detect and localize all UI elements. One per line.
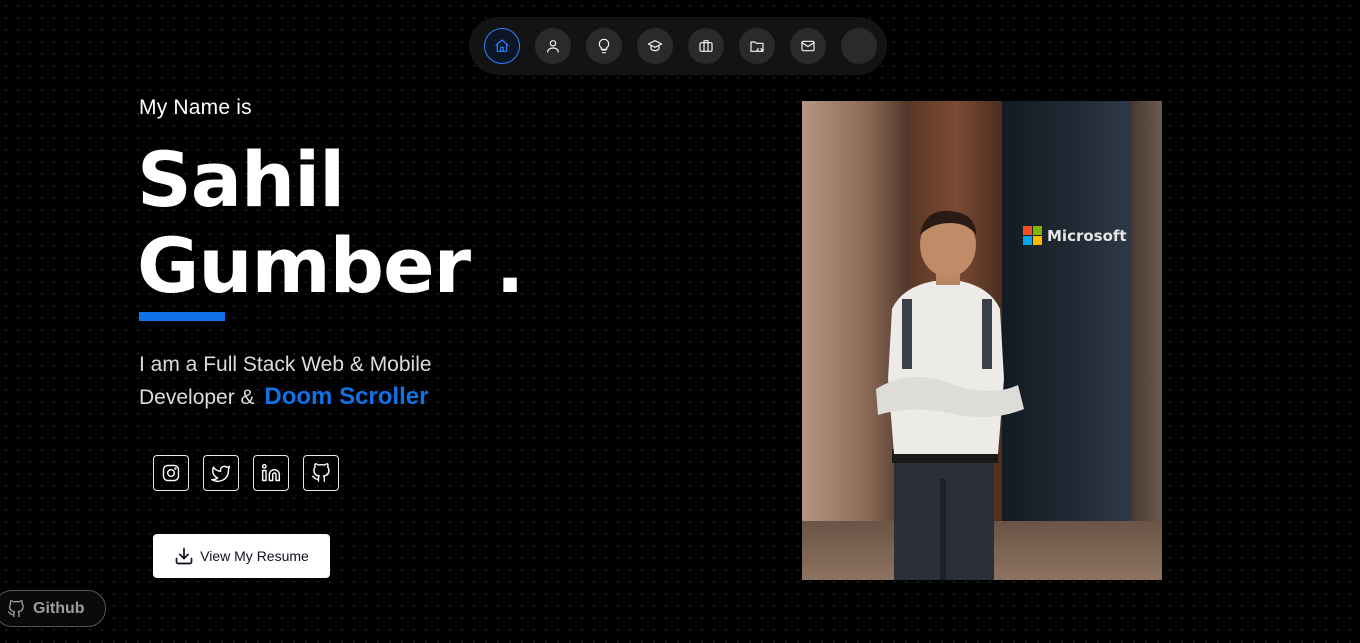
top-nav [469,17,887,75]
nav-education-button[interactable] [637,28,673,64]
photo-wall-right [1132,101,1162,580]
linkedin-link[interactable] [253,455,289,491]
nav-home-button[interactable] [484,28,520,64]
profile-photo: Microsoft [802,101,1162,580]
intro-text: My Name is [139,96,252,119]
github-link[interactable] [303,455,339,491]
user-icon [547,40,559,53]
github-icon [7,599,24,617]
nav-contact-button[interactable] [790,28,826,64]
role-line-2: Developer & [139,386,255,409]
role-line-1: I am a Full Stack Web & Mobile [139,353,432,376]
instagram-link[interactable] [153,455,189,491]
view-resume-label: View My Resume [200,548,309,564]
first-name: Sahil [137,135,345,224]
nav-about-button[interactable] [535,28,571,64]
view-resume-button[interactable]: View My Resume [153,534,330,578]
twitter-link[interactable] [203,455,239,491]
linkedin-icon [261,463,281,482]
nav-experience-button[interactable] [688,28,724,64]
last-name: Gumber . [137,221,524,310]
twitter-icon [211,465,231,482]
instagram-icon [162,464,180,482]
github-icon [311,463,330,483]
theme-toggle-button[interactable] [841,28,877,64]
nav-skills-button[interactable] [586,28,622,64]
graduation-cap-icon [647,40,663,52]
role-highlight: Doom Scroller [264,383,429,410]
home-icon [495,39,509,52]
microsoft-logo-text: Microsoft [1047,226,1127,245]
role-description: I am a Full Stack Web & Mobile Developer… [139,349,539,414]
name-underline [139,312,225,321]
social-links [153,455,339,491]
briefcase-icon [699,40,713,52]
download-icon [175,547,193,565]
person-figure [876,210,1024,580]
mail-icon [801,40,815,52]
folder-code-icon [750,41,764,52]
page-title: Sahil Gumber . [137,135,524,310]
nav-projects-button[interactable] [739,28,775,64]
lightbulb-icon [598,38,610,54]
github-pill-label: Github [33,599,85,617]
github-pill-button[interactable]: Github [0,590,106,627]
